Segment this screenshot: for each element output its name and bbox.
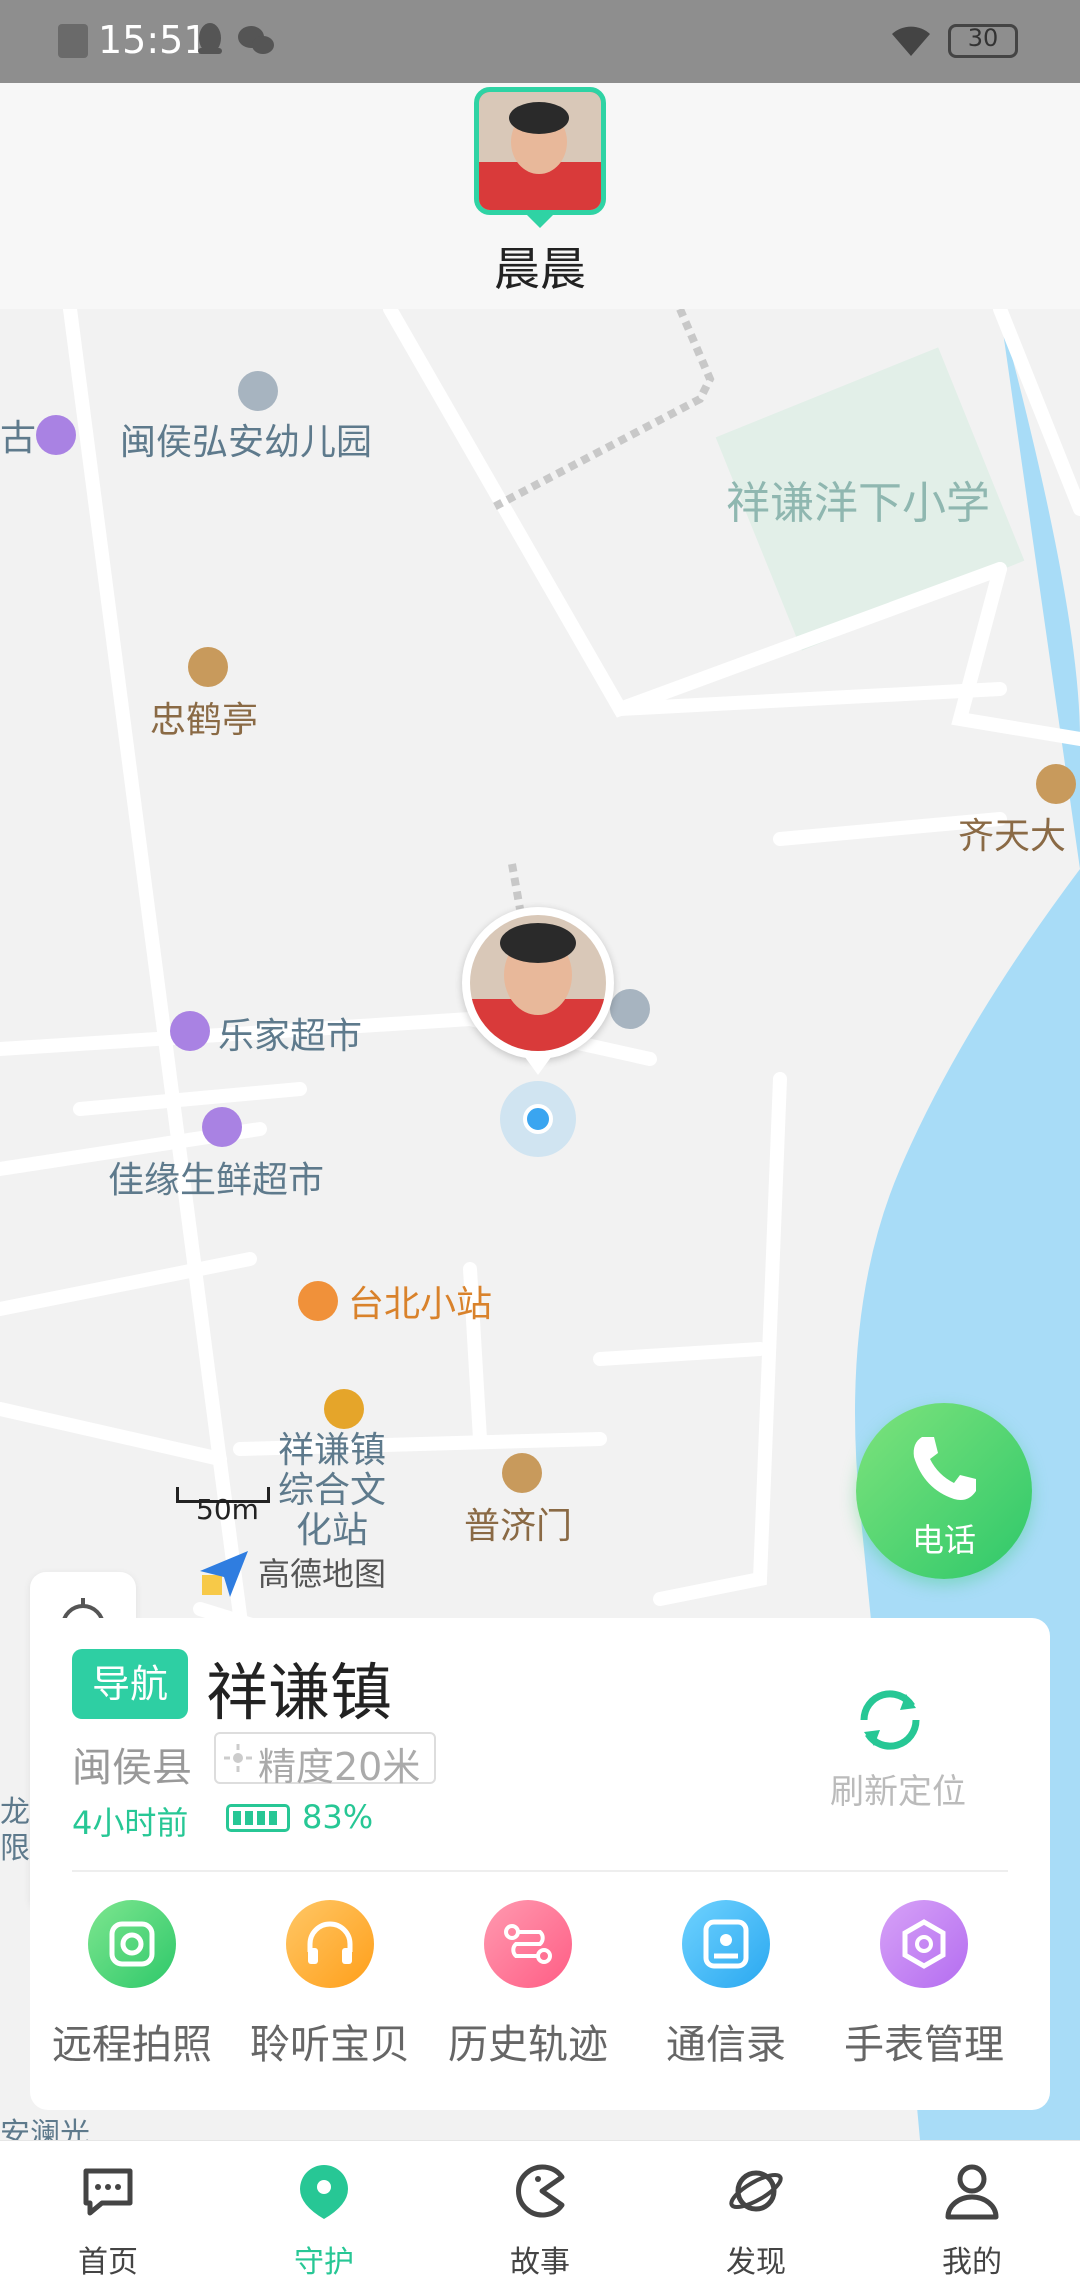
kindergarten-icon <box>238 371 278 411</box>
poi-supermarket-1[interactable]: 乐家超市 <box>218 1007 362 1059</box>
headphones-icon <box>286 1900 374 1988</box>
watch-battery-percent: 83% <box>302 1798 374 1836</box>
history-track-label: 历史轨迹 <box>448 2022 608 2068</box>
poi-edge-4: 安澜光 <box>0 2117 90 2140</box>
tab-home-label: 首页 <box>78 2245 138 2280</box>
poi-kindergarten[interactable]: 闽侯弘安幼儿园 <box>120 413 372 465</box>
poi-edge-shop[interactable]: 古 <box>0 409 36 461</box>
tab-home[interactable]: 首页 <box>0 2141 216 2281</box>
gps-accuracy-icon <box>224 1744 252 1772</box>
location-county: 闽侯县 <box>72 1745 192 1791</box>
child-location-marker[interactable] <box>462 907 614 1075</box>
card-divider <box>72 1870 1008 1872</box>
tab-discover[interactable]: 发现 <box>648 2141 864 2281</box>
poi-edge-3: 限 <box>0 1831 30 1866</box>
child-photo <box>479 92 601 210</box>
poi-taipei[interactable]: 台北小站 <box>348 1275 492 1327</box>
child-avatar[interactable] <box>474 87 606 215</box>
notification-icon <box>58 24 88 58</box>
bottom-tab-bar: 首页 守护 故事 发现 我的 <box>0 2140 1080 2281</box>
navigate-button[interactable]: 导航 <box>72 1649 188 1719</box>
tab-guard-label: 守护 <box>294 2245 354 2280</box>
call-button[interactable]: 电话 <box>856 1403 1032 1579</box>
wifi-icon <box>892 26 930 56</box>
route-icon <box>484 1900 572 1988</box>
camera-icon <box>88 1900 176 1988</box>
chat-icon <box>83 2168 133 2216</box>
call-label: 电话 <box>911 1521 976 1559</box>
amap-logo-icon <box>200 1551 248 1597</box>
qq-icon <box>198 23 222 54</box>
watch-management-label: 手表管理 <box>844 2022 1004 2068</box>
accuracy-badge: 精度20米 <box>214 1732 436 1789</box>
listen-baby-button[interactable]: 聆听宝贝 <box>230 1900 430 2090</box>
tab-discover-label: 发现 <box>726 2245 786 2280</box>
watch-battery-icon <box>226 1804 290 1832</box>
child-profile-header: 晨晨 <box>0 83 1080 309</box>
location-card: 导航 祥谦镇 闽侯县 精度20米 4小时前 83% 刷新定位 远程拍照 聆听宝贝… <box>30 1618 1050 2110</box>
remote-photo-label: 远程拍照 <box>52 2022 212 2068</box>
user-icon <box>945 2164 999 2220</box>
tab-mine-label: 我的 <box>942 2245 1002 2280</box>
poi-temple[interactable]: 齐天大 <box>958 807 1066 859</box>
planet-icon <box>729 2170 783 2212</box>
watch-management-button[interactable]: 手表管理 <box>824 1900 1024 2090</box>
tab-guard[interactable]: 守护 <box>216 2141 432 2281</box>
refresh-location-button[interactable]: 刷新定位 <box>830 1764 966 1813</box>
battery-icon: 30 <box>948 24 1018 58</box>
pacman-icon <box>516 2164 565 2218</box>
phone-icon <box>913 1437 976 1500</box>
update-time: 4小时前 <box>72 1804 189 1842</box>
poi-supermarket-2[interactable]: 佳缘生鲜超市 <box>108 1151 324 1203</box>
poi-school[interactable]: 祥谦洋下小学 <box>726 467 990 531</box>
location-pin-icon <box>300 2165 348 2219</box>
landmark-icon <box>324 1389 364 1429</box>
avatar-pointer <box>524 212 556 228</box>
map-provider: 高德地图 <box>258 1555 387 1593</box>
tab-story-label: 故事 <box>510 2245 570 2280</box>
marker-pointer <box>522 1053 554 1075</box>
tab-mine[interactable]: 我的 <box>864 2141 1080 2281</box>
landmark-icon <box>1036 764 1076 804</box>
poi-gate[interactable]: 普济门 <box>464 1497 572 1549</box>
location-dot <box>523 1104 553 1134</box>
history-track-button[interactable]: 历史轨迹 <box>428 1900 628 2090</box>
location-name: 祥谦镇 <box>206 1656 393 1729</box>
poi-culture-station[interactable]: 祥谦镇综合文化站 <box>262 1431 402 1551</box>
child-name: 晨晨 <box>494 242 586 296</box>
scale-label: 50m <box>196 1493 259 1526</box>
listen-baby-label: 聆听宝贝 <box>250 2022 410 2068</box>
watch-settings-icon <box>880 1900 968 1988</box>
contacts-icon <box>682 1900 770 1988</box>
shopping-cart-icon <box>36 415 76 455</box>
restroom-icon <box>610 989 650 1029</box>
refresh-icon[interactable] <box>850 1680 930 1760</box>
landmark-icon <box>502 1453 542 1493</box>
shopping-cart-icon <box>202 1107 242 1147</box>
tab-story[interactable]: 故事 <box>432 2141 648 2281</box>
restaurant-icon <box>298 1281 338 1321</box>
contacts-label: 通信录 <box>666 2022 786 2068</box>
wechat-icon <box>238 26 274 54</box>
landmark-icon <box>188 647 228 687</box>
status-bar: 15:51 30 <box>0 0 1080 83</box>
child-marker-photo <box>470 915 606 1051</box>
shopping-cart-icon <box>170 1011 210 1051</box>
accuracy-text: 精度20米 <box>258 1745 421 1789</box>
remote-photo-button[interactable]: 远程拍照 <box>32 1900 232 2090</box>
contacts-button[interactable]: 通信录 <box>626 1900 826 2090</box>
battery-level: 30 <box>967 24 999 52</box>
poi-pavilion[interactable]: 忠鹤亭 <box>150 691 258 743</box>
